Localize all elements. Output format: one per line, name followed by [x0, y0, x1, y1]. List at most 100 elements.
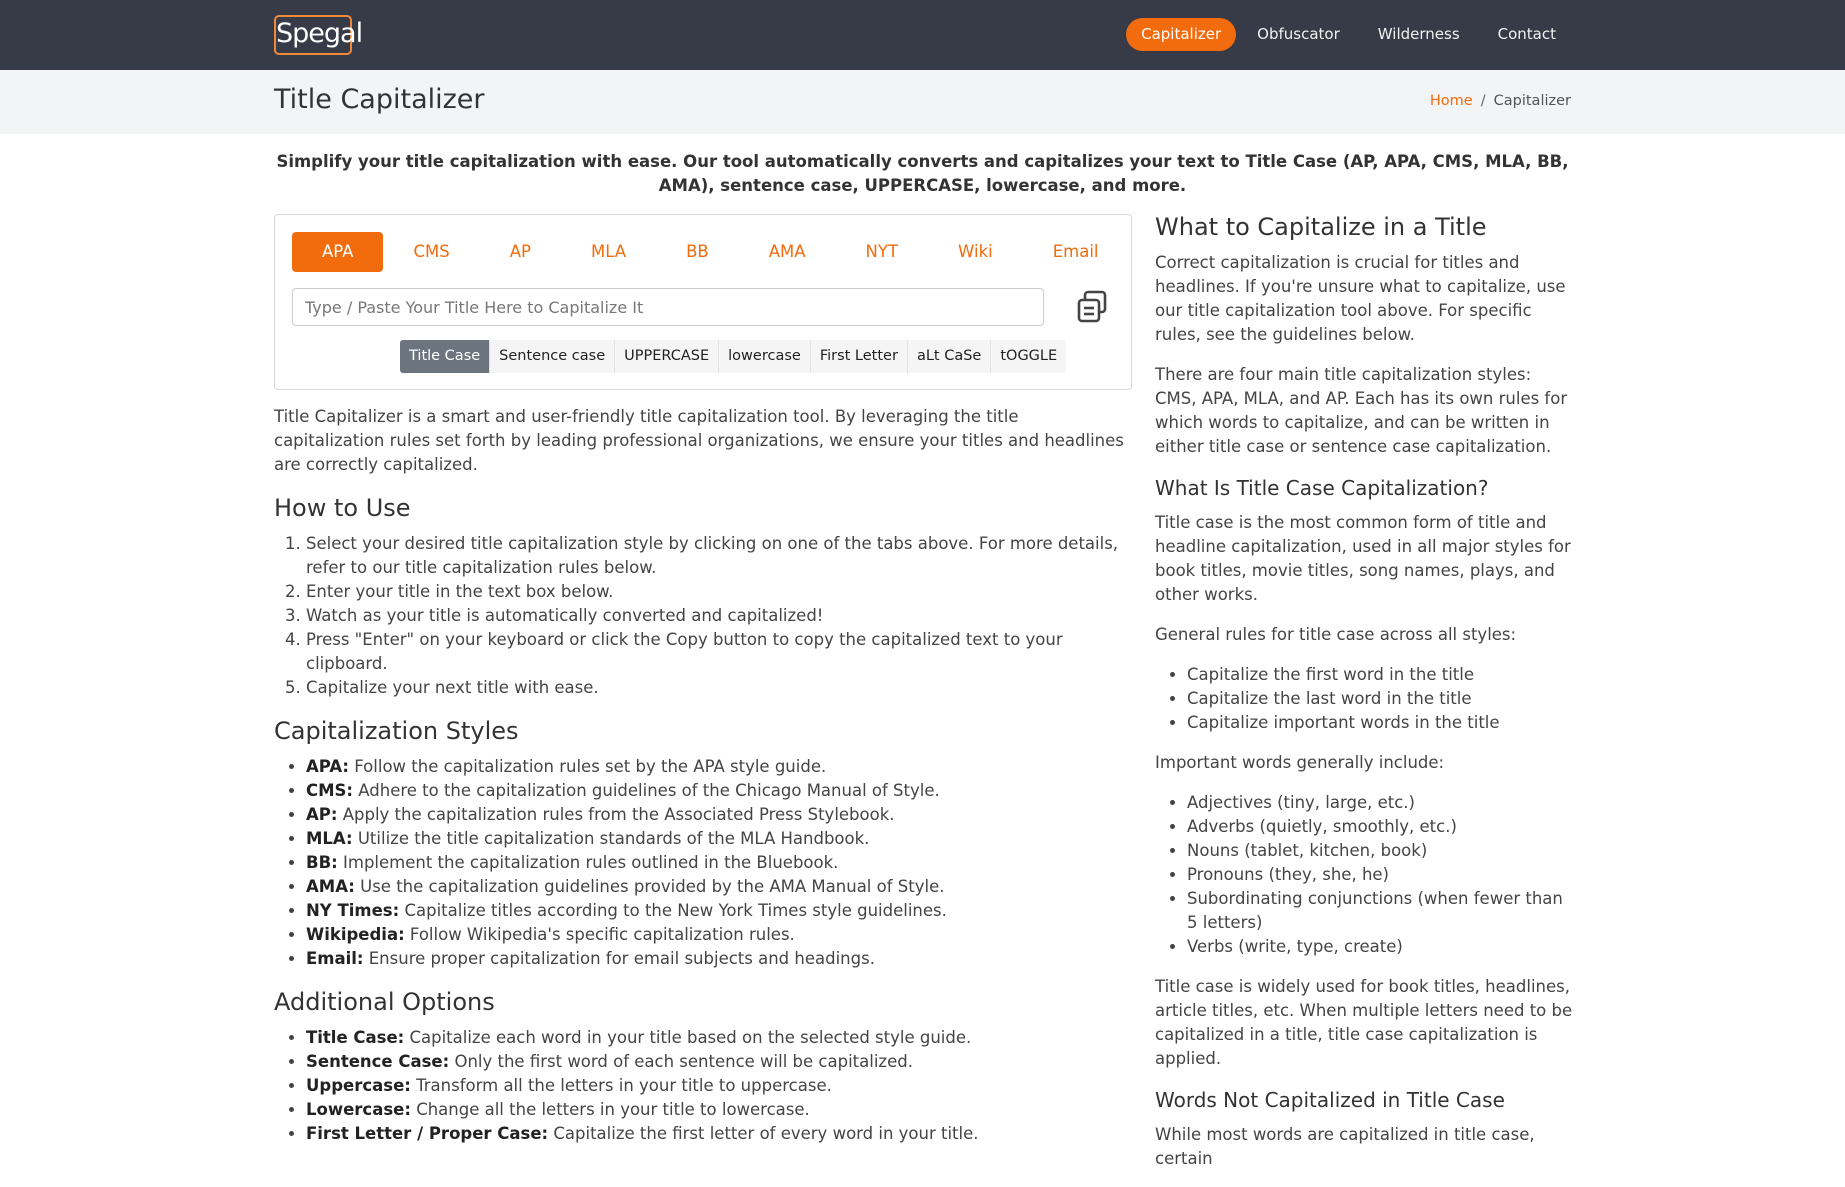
nav-contact[interactable]: Contact: [1481, 18, 1573, 51]
case-toggle-button[interactable]: tOGGLE: [991, 340, 1066, 373]
list-item: Capitalize the first word in the title: [1187, 663, 1573, 687]
list-item: Select your desired title capitalization…: [306, 532, 1134, 580]
paragraph: There are four main title capitalization…: [1155, 365, 1568, 456]
option-desc: Only the first word of each sentence wil…: [449, 1052, 913, 1071]
style-desc: Adhere to the capitalization guidelines …: [353, 781, 940, 800]
list-item: AMA: Use the capitalization guidelines p…: [306, 875, 1134, 899]
tab-bb[interactable]: BB: [656, 232, 739, 272]
list-item: Adjectives (tiny, large, etc.): [1187, 791, 1573, 815]
page-title: Title Capitalizer: [274, 84, 485, 115]
list-item: MLA: Utilize the title capitalization st…: [306, 827, 1134, 851]
main-nav: Capitalizer Obfuscator Wilderness Contac…: [1126, 18, 1573, 51]
list-item: Watch as your title is automatically con…: [306, 604, 1134, 628]
list-item: Capitalize the last word in the title: [1187, 687, 1573, 711]
title-case-heading: What Is Title Case Capitalization?: [1155, 476, 1489, 500]
list-item: Sentence Case: Only the first word of ea…: [306, 1050, 1134, 1074]
style-desc: Ensure proper capitalization for email s…: [363, 949, 875, 968]
list-item: BB: Implement the capitalization rules o…: [306, 851, 1134, 875]
case-alt-button[interactable]: aLt CaSe: [908, 340, 992, 373]
tab-email[interactable]: Email: [1023, 232, 1129, 272]
style-desc: Use the capitalization guidelines provid…: [354, 877, 945, 896]
list-item: Adverbs (quietly, smoothly, etc.): [1187, 815, 1573, 839]
option-term: Uppercase:: [306, 1076, 411, 1095]
how-to-list: Select your desired title capitalization…: [274, 532, 1134, 700]
style-term: BB:: [306, 853, 338, 872]
list-item: CMS: Adhere to the capitalization guidel…: [306, 779, 1134, 803]
options-heading: Additional Options: [274, 988, 495, 1016]
tab-mla[interactable]: MLA: [561, 232, 656, 272]
style-term: APA:: [306, 757, 350, 776]
styles-heading: Capitalization Styles: [274, 717, 519, 745]
list-item: Title Case: Capitalize each word in your…: [306, 1026, 1134, 1050]
breadcrumb-separator: /: [1480, 93, 1486, 109]
rules-list: Capitalize the first word in the title C…: [1155, 663, 1573, 735]
style-desc: Follow the capitalization rules set by t…: [349, 757, 827, 776]
styles-list: APA: Follow the capitalization rules set…: [274, 755, 1134, 971]
intro-text: Simplify your title capitalization with …: [276, 152, 1569, 195]
paragraph: Important words generally include:: [1155, 753, 1445, 772]
nav-wilderness[interactable]: Wilderness: [1361, 18, 1477, 51]
option-desc: Capitalize the first letter of every wor…: [548, 1124, 979, 1143]
style-term: MLA:: [306, 829, 353, 848]
list-item: Subordinating conjunctions (when fewer t…: [1187, 887, 1573, 935]
what-to-capitalize-heading: What to Capitalize in a Title: [1155, 213, 1487, 241]
list-item: Press "Enter" on your keyboard or click …: [306, 628, 1134, 676]
site-logo[interactable]: Spegal: [274, 15, 363, 55]
style-desc: Capitalize titles according to the New Y…: [399, 901, 947, 920]
options-list: Title Case: Capitalize each word in your…: [274, 1026, 1134, 1146]
style-desc: Follow Wikipedia's specific capitalizati…: [404, 925, 795, 944]
right-content: What to Capitalize in a Title Correct ca…: [1155, 212, 1573, 1187]
style-term: AMA:: [306, 877, 355, 896]
paragraph: Title case is widely used for book title…: [1155, 977, 1573, 1068]
style-term: Email:: [306, 949, 364, 968]
left-content: Title Capitalizer is a smart and user-fr…: [274, 405, 1134, 1162]
case-title-button[interactable]: Title Case: [400, 340, 491, 373]
case-lowercase-button[interactable]: lowercase: [719, 340, 811, 373]
list-item: Verbs (write, type, create): [1187, 935, 1573, 959]
list-item: Enter your title in the text box below.: [306, 580, 1134, 604]
list-item: Email: Ensure proper capitalization for …: [306, 947, 1134, 971]
style-desc: Apply the capitalization rules from the …: [337, 805, 895, 824]
tab-cms[interactable]: CMS: [383, 232, 479, 272]
top-navbar: Spegal Capitalizer Obfuscator Wilderness…: [0, 0, 1845, 70]
tab-ap[interactable]: AP: [480, 232, 561, 272]
style-term: AP:: [306, 805, 338, 824]
page-header: Title Capitalizer Home / Capitalizer: [0, 70, 1845, 134]
nav-obfuscator[interactable]: Obfuscator: [1240, 18, 1357, 51]
option-term: Sentence Case:: [306, 1052, 450, 1071]
list-item: AP: Apply the capitalization rules from …: [306, 803, 1134, 827]
style-term: NY Times:: [306, 901, 400, 920]
copy-icon: [1077, 290, 1107, 323]
breadcrumb-home[interactable]: Home: [1430, 93, 1473, 109]
style-term: Wikipedia:: [306, 925, 405, 944]
paragraph: Title case is the most common form of ti…: [1155, 513, 1571, 604]
list-item: APA: Follow the capitalization rules set…: [306, 755, 1134, 779]
style-tabs: APA CMS AP MLA BB AMA NYT Wiki Email: [292, 232, 1129, 272]
paragraph: General rules for title case across all …: [1155, 625, 1517, 644]
tab-nyt[interactable]: NYT: [836, 232, 929, 272]
not-capitalized-heading: Words Not Capitalized in Title Case: [1155, 1088, 1505, 1112]
list-item: NY Times: Capitalize titles according to…: [306, 899, 1134, 923]
case-buttons: Title Case Sentence case UPPERCASE lower…: [400, 340, 1067, 373]
list-item: Capitalize your next title with ease.: [306, 676, 1134, 700]
tab-apa[interactable]: APA: [292, 232, 384, 272]
list-item: Lowercase: Change all the letters in you…: [306, 1098, 1134, 1122]
list-item: First Letter / Proper Case: Capitalize t…: [306, 1122, 1134, 1146]
title-input[interactable]: [292, 288, 1044, 326]
list-item: Capitalize important words in the title: [1187, 711, 1573, 735]
option-desc: Capitalize each word in your title based…: [404, 1028, 972, 1047]
copy-button[interactable]: [1075, 289, 1111, 325]
case-uppercase-button[interactable]: UPPERCASE: [615, 340, 720, 373]
option-desc: Transform all the letters in your title …: [410, 1076, 832, 1095]
tab-wiki[interactable]: Wiki: [928, 232, 1023, 272]
case-first-letter-button[interactable]: First Letter: [811, 340, 908, 373]
tab-ama[interactable]: AMA: [739, 232, 836, 272]
capitalizer-tool: APA CMS AP MLA BB AMA NYT Wiki Email Tit…: [274, 214, 1132, 390]
option-term: Lowercase:: [306, 1100, 411, 1119]
how-to-heading: How to Use: [274, 494, 411, 522]
breadcrumb-current: Capitalizer: [1493, 93, 1571, 109]
nav-capitalizer[interactable]: Capitalizer: [1126, 18, 1237, 51]
style-desc: Implement the capitalization rules outli…: [337, 853, 839, 872]
case-sentence-button[interactable]: Sentence case: [490, 340, 616, 373]
option-term: First Letter / Proper Case:: [306, 1124, 549, 1143]
